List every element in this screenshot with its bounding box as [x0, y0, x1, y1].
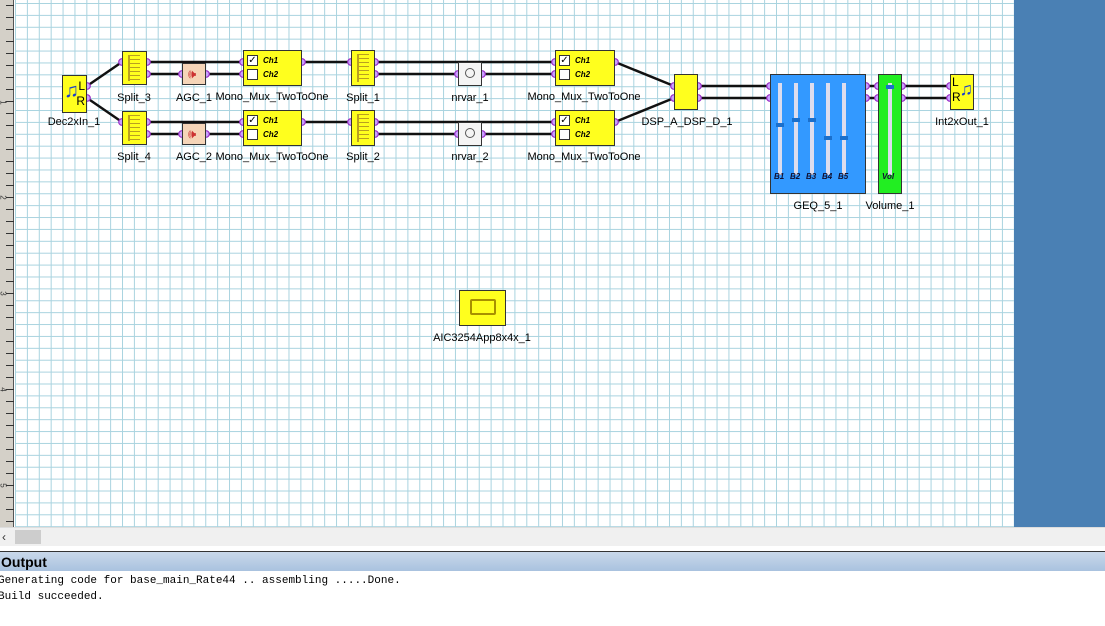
agc1-block[interactable]: 🕪 [182, 63, 206, 85]
block-label: Int2xOut_1 [935, 116, 989, 128]
block-label: DSP_A_DSP_D_1 [641, 116, 733, 128]
nrvar1-block[interactable] [458, 62, 482, 86]
block-label: AGC_2 [175, 151, 213, 163]
band-label: B1 [774, 172, 785, 181]
block-label: Volume_1 [865, 200, 915, 212]
port-l-label: L [952, 75, 959, 89]
ch2-label: Ch2 [575, 130, 591, 139]
block-label: Mono_Mux_TwoToOne [527, 91, 641, 103]
split-icon [357, 54, 369, 82]
int2xout-block[interactable]: L R ♫ [950, 74, 974, 110]
side-panel [1014, 0, 1105, 527]
block-label: GEQ_5_1 [793, 200, 843, 212]
split2-block[interactable] [351, 110, 375, 146]
ch1-label: Ch1 [575, 116, 591, 125]
dsp-block[interactable] [674, 74, 698, 110]
geq-band-slider[interactable] [792, 83, 800, 175]
circle-icon [465, 128, 475, 138]
ch1-label: Ch1 [575, 56, 591, 65]
geq-band-slider[interactable] [824, 83, 832, 175]
split-icon [128, 115, 140, 141]
port-l-label: L [78, 79, 85, 93]
volume-block[interactable]: Vol [878, 74, 902, 194]
speaker-icon: 🕪 [188, 66, 197, 81]
slider-knob[interactable] [792, 118, 800, 123]
ch1-checkbox[interactable]: ✓ [559, 115, 570, 126]
aic-block[interactable] [459, 290, 506, 326]
block-label: Split_1 [346, 92, 380, 104]
block-label: Split_3 [117, 92, 151, 104]
ch2-checkbox[interactable] [247, 129, 258, 140]
band-label: B4 [822, 172, 833, 181]
split1-block[interactable] [351, 50, 375, 86]
scroll-thumb[interactable] [15, 530, 41, 544]
ch1-label: Ch1 [263, 56, 279, 65]
slider-knob[interactable] [776, 122, 784, 127]
split3-block[interactable] [122, 51, 147, 85]
circle-icon [465, 68, 475, 78]
band-label: B2 [790, 172, 801, 181]
split4-block[interactable] [122, 111, 147, 145]
block-label: nrvar_1 [451, 92, 489, 104]
vol-label: Vol [882, 172, 895, 181]
slider-knob[interactable] [840, 135, 848, 140]
ch1-checkbox[interactable]: ✓ [559, 55, 570, 66]
ch2-checkbox[interactable] [247, 69, 258, 80]
nrvar2-block[interactable] [458, 122, 482, 146]
geq-band-slider[interactable] [808, 83, 816, 175]
block-label: AIC3254App8x4x_1 [433, 332, 531, 344]
ch1-checkbox[interactable]: ✓ [247, 115, 258, 126]
port-r-label: R [76, 94, 85, 108]
block-label: Split_2 [346, 151, 380, 163]
ch2-label: Ch2 [263, 130, 279, 139]
slider-knob[interactable] [808, 118, 816, 123]
geq-band-slider[interactable] [840, 83, 848, 175]
split-icon [128, 55, 140, 81]
ch2-label: Ch2 [575, 70, 591, 79]
geq-band-slider[interactable] [776, 83, 784, 175]
agc2-block[interactable]: 🕪 [182, 123, 206, 145]
band-label: B3 [806, 172, 817, 181]
ch1-checkbox[interactable]: ✓ [247, 55, 258, 66]
geq-block[interactable]: B1 B2 B3 B4 B5 [770, 74, 866, 194]
scroll-left-icon[interactable]: ‹ [2, 530, 6, 544]
slider-knob[interactable] [824, 135, 832, 140]
mux3-block[interactable]: ✓ Ch1 Ch2 [555, 50, 615, 86]
slider-knob[interactable] [886, 84, 894, 89]
volume-slider[interactable] [886, 83, 894, 175]
mux2-block[interactable]: ✓ Ch1 Ch2 [243, 110, 302, 146]
ch2-checkbox[interactable] [559, 69, 570, 80]
ch1-label: Ch1 [263, 116, 279, 125]
output-panel-header: Output [0, 551, 1105, 571]
split-icon [357, 114, 369, 142]
block-label: Dec2xIn_1 [47, 116, 101, 128]
block-label: Mono_Mux_TwoToOne [215, 91, 329, 103]
band-label: B5 [838, 172, 849, 181]
ch2-checkbox[interactable] [559, 129, 570, 140]
dec2xin-block[interactable]: ♫ L R [62, 75, 87, 113]
ch2-label: Ch2 [263, 70, 279, 79]
horizontal-scrollbar[interactable]: ‹ [0, 527, 1105, 546]
music-note-icon: ♫ [959, 79, 974, 99]
block-label: AGC_1 [175, 92, 213, 104]
block-label: Split_4 [117, 151, 151, 163]
block-label: Mono_Mux_TwoToOne [527, 151, 641, 163]
mux4-block[interactable]: ✓ Ch1 Ch2 [555, 110, 615, 146]
chip-icon [470, 299, 496, 315]
block-label: nrvar_2 [451, 151, 489, 163]
output-line: Build succeeded. [0, 591, 104, 603]
block-label: Mono_Mux_TwoToOne [215, 151, 329, 163]
mux1-block[interactable]: ✓ Ch1 Ch2 [243, 50, 302, 86]
speaker-icon: 🕪 [188, 126, 197, 141]
output-line: Generating code for base_main_Rate44 .. … [0, 575, 401, 587]
